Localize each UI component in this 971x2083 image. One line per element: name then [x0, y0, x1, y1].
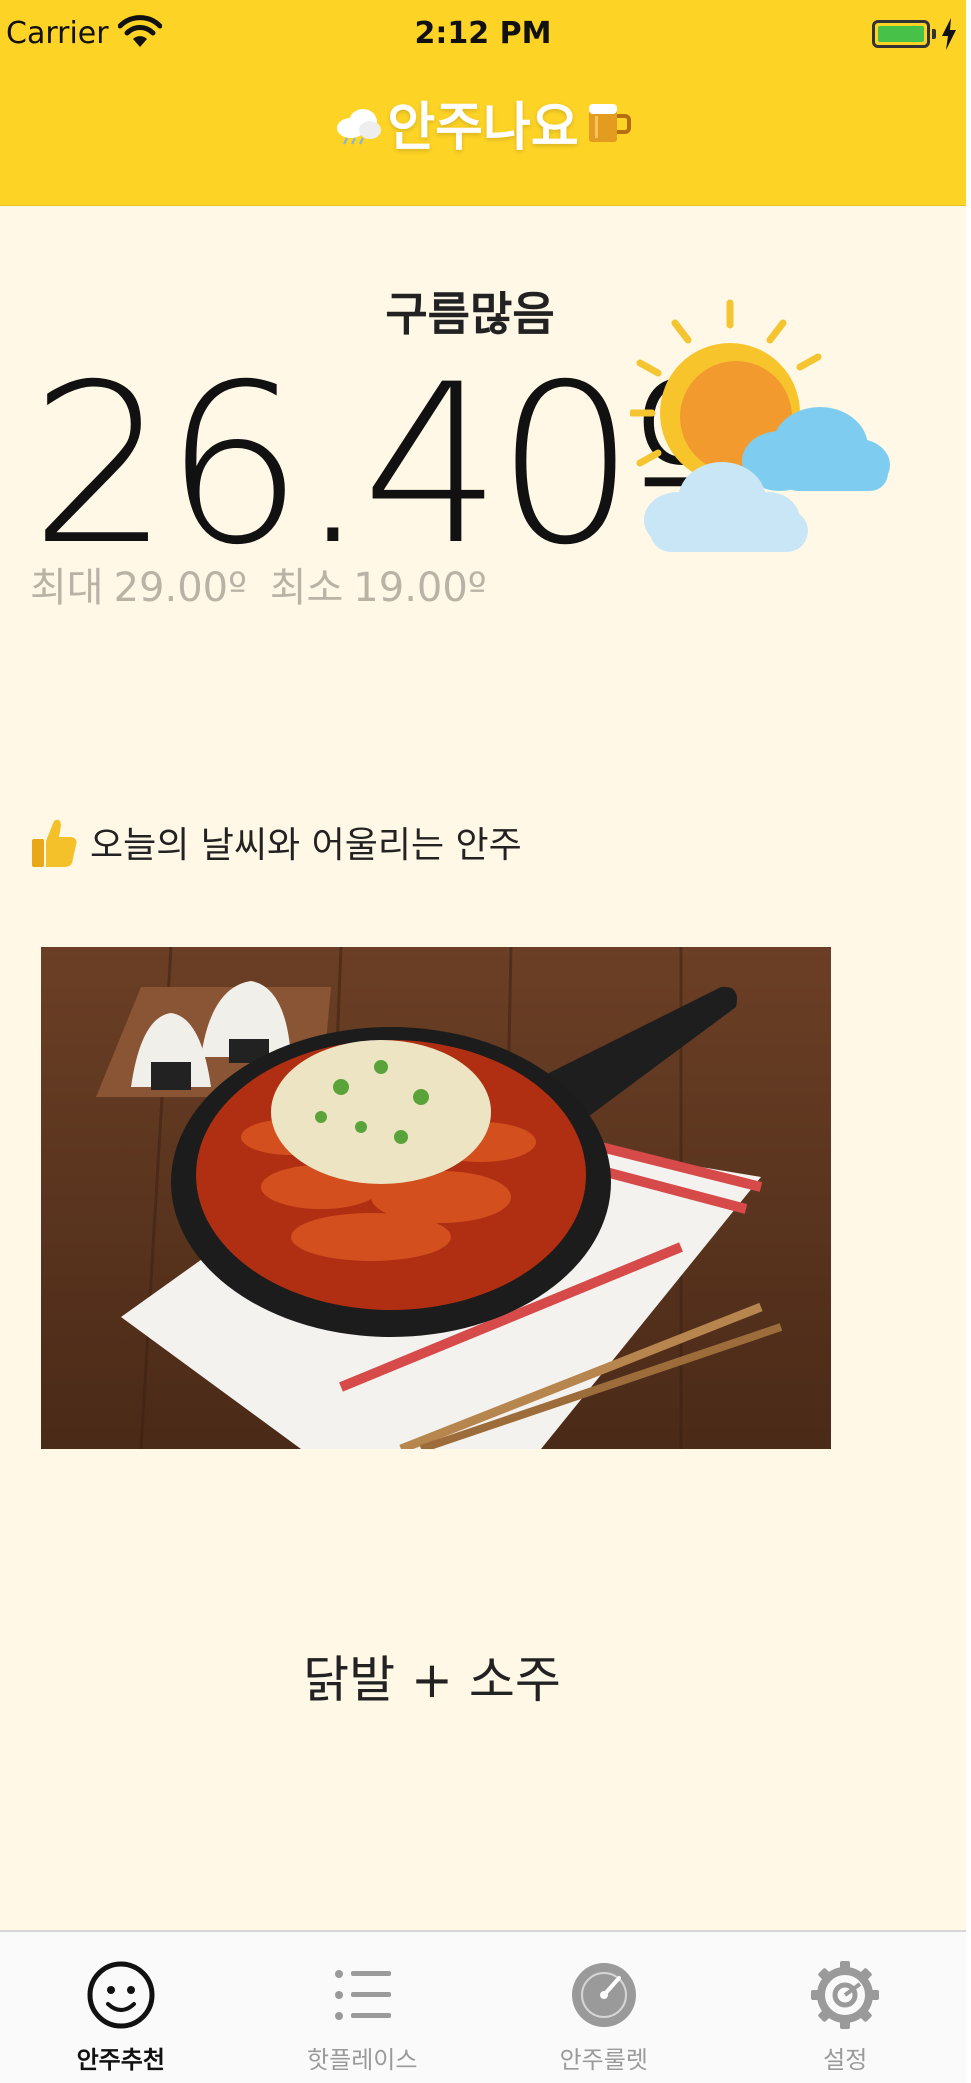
tab-label: 설정 [823, 2046, 868, 2074]
min-temp-value: 19.00º [353, 565, 487, 611]
tab-anju-roulette[interactable]: 안주룰렛 [483, 1932, 725, 2083]
food-photo [41, 947, 831, 1449]
min-max-temperature: 최대 29.00º 최소 19.00º [30, 555, 497, 613]
max-temp-value: 29.00º [113, 565, 247, 611]
top-bar: Carrier 2:12 PM 안주나요 [0, 0, 966, 206]
tab-anju-recommend[interactable]: 안주추천 [0, 1932, 242, 2083]
list-icon [335, 1970, 392, 2020]
max-temp-label: 최대 [30, 565, 104, 611]
recommendation-heading-text: 오늘의 날씨와 어울리는 안주 [90, 825, 522, 866]
smiley-icon [87, 1961, 155, 2029]
tab-label: 핫플레이스 [307, 2046, 418, 2074]
tab-bar: 안주추천 핫플레이스 안주룰렛 설정 [0, 1930, 966, 2083]
battery-tip [932, 29, 936, 39]
min-temp-label: 최소 [269, 565, 344, 611]
tab-hot-places[interactable]: 핫플레이스 [242, 1932, 484, 2083]
app-screen: Carrier 2:12 PM 안주나요 구름많음 26.40º 최대 29.0… [0, 0, 966, 2083]
thumbs-up-icon [32, 819, 77, 867]
status-bar: Carrier 2:12 PM [0, 0, 966, 70]
gauge-icon [571, 1963, 636, 2027]
sun-behind-clouds-icon [630, 299, 890, 552]
cloud-icon [337, 109, 382, 145]
weather-condition: 구름많음 [385, 287, 555, 341]
status-time: 2:12 PM [414, 16, 552, 51]
tab-settings[interactable]: 설정 [725, 1932, 967, 2083]
gear-icon [811, 1961, 880, 2029]
charging-bolt-icon [942, 18, 956, 50]
current-temperature: 26.40º [30, 337, 733, 593]
recommendation-heading: 오늘의 날씨와 어울리는 안주 [30, 812, 522, 872]
beer-icon [588, 104, 631, 142]
app-title: 안주나요 [387, 97, 579, 158]
pairing-name: 닭발 + 소주 [303, 1651, 561, 1709]
nav-title-bar: 안주나요 [0, 82, 966, 162]
tab-label: 안주룰렛 [559, 2046, 648, 2074]
tab-label: 안주추천 [76, 2046, 165, 2074]
battery-icon [872, 20, 930, 48]
